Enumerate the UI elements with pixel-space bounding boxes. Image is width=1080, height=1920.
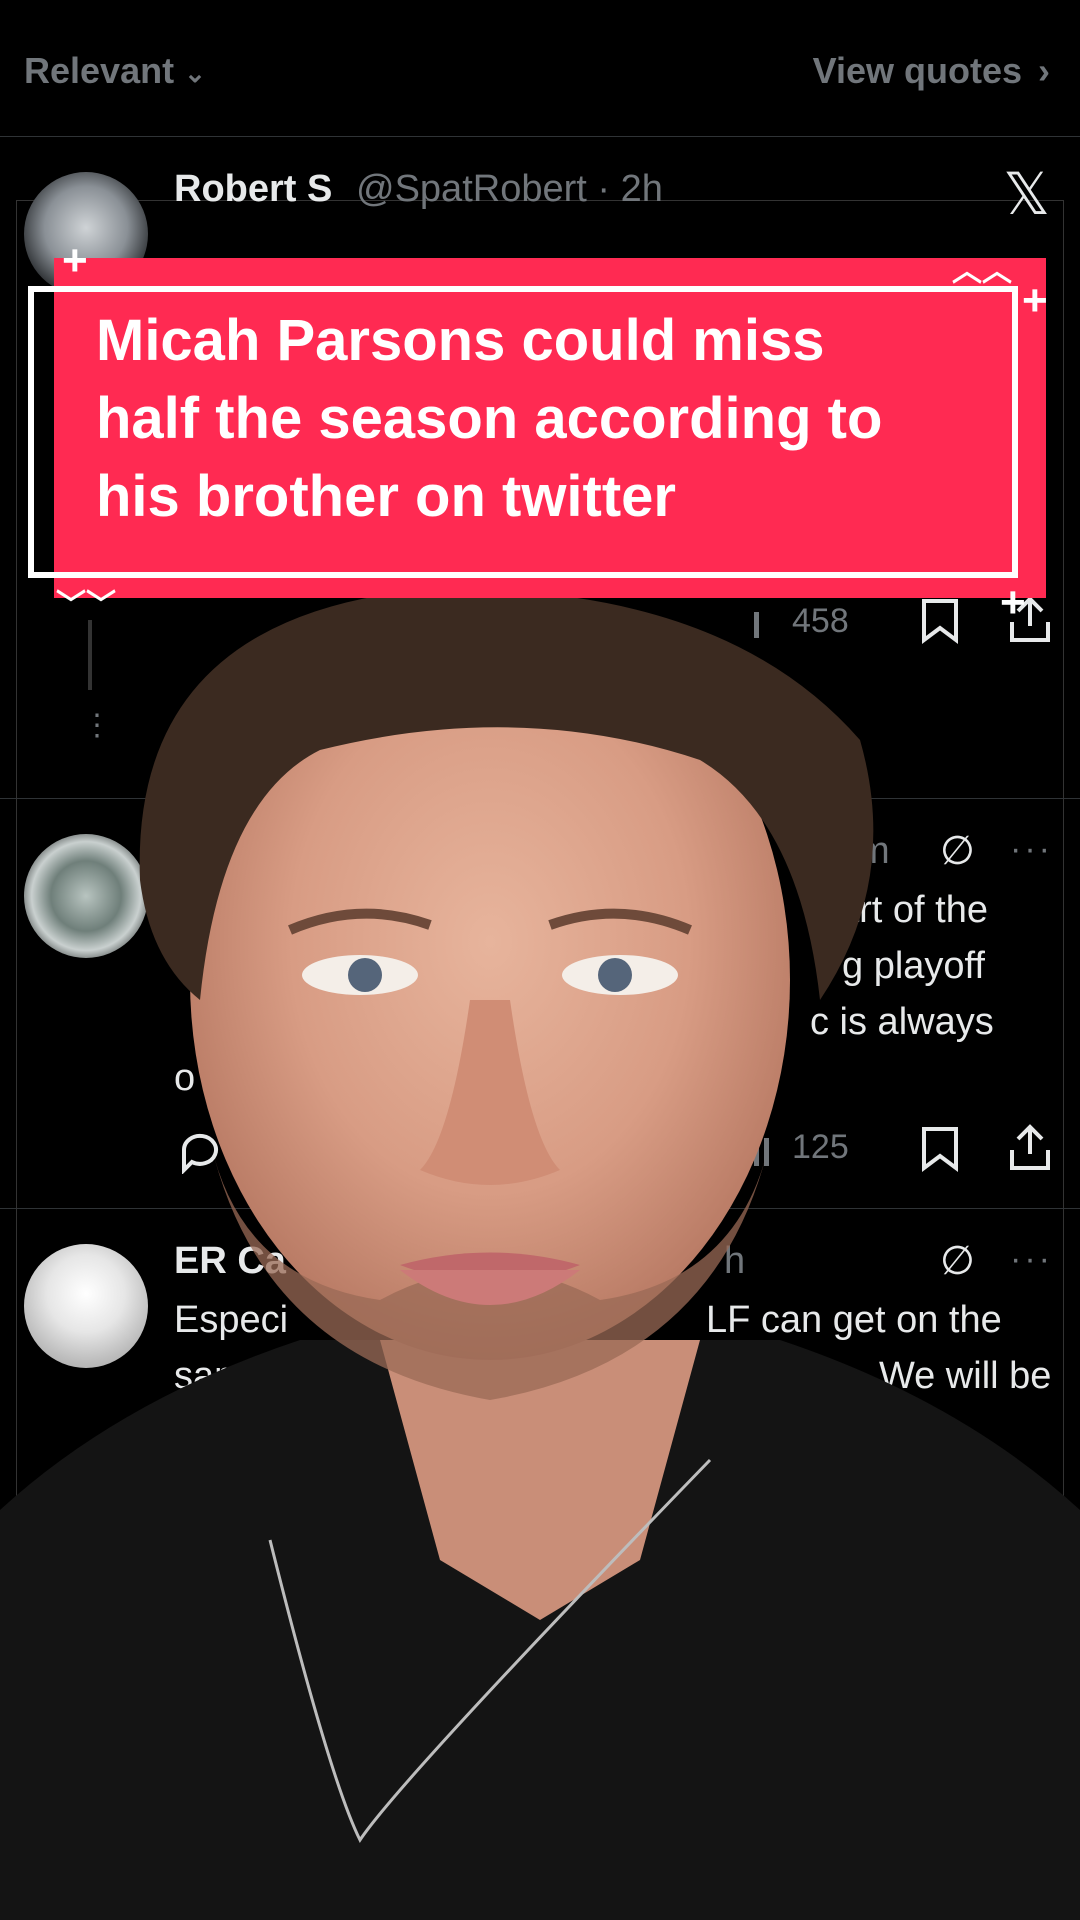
view-quotes-label: View quotes bbox=[812, 50, 1022, 91]
plus-decoration-icon: + bbox=[62, 236, 88, 285]
caption-line: Micah Parsons could miss bbox=[96, 308, 825, 373]
chevron-down-icon: ⌄ bbox=[184, 57, 206, 88]
caption-line: his brother on twitter bbox=[96, 464, 676, 529]
sort-label: Relevant bbox=[24, 50, 175, 91]
view-quotes-link[interactable]: View quotes › bbox=[813, 50, 1050, 92]
plus-decoration-icon: + bbox=[1022, 276, 1048, 325]
sort-dropdown[interactable]: Relevant ⌄ bbox=[24, 50, 206, 92]
plus-decoration-icon: + bbox=[1000, 578, 1026, 627]
zigzag-decoration-icon: ︿︿ bbox=[952, 255, 1012, 288]
reply-time: 2h bbox=[620, 168, 663, 210]
reply-author-name[interactable]: Robert S bbox=[174, 168, 332, 211]
reply-sort-bar: Relevant ⌄ View quotes › bbox=[0, 0, 1080, 137]
caption-text: Micah Parsons could miss half the season… bbox=[96, 302, 996, 536]
handle-text: @SpatRobert bbox=[356, 168, 587, 210]
x-logo-icon: 𝕏 bbox=[1003, 160, 1050, 228]
zigzag-decoration-icon: ﹀﹀ bbox=[56, 589, 116, 622]
creator-video-overlay bbox=[0, 589, 1080, 1920]
chevron-right-icon: › bbox=[1038, 50, 1050, 91]
reply-author-handle: @SpatRobert · 2h bbox=[356, 168, 663, 210]
caption-line: half the season according to bbox=[96, 386, 883, 451]
